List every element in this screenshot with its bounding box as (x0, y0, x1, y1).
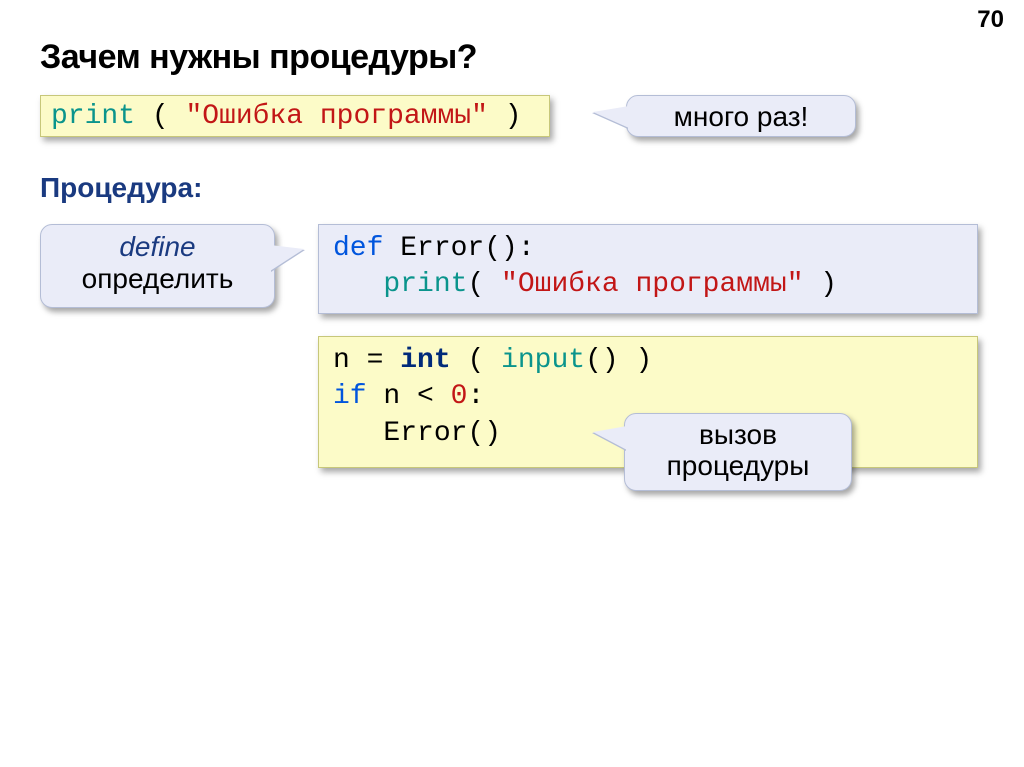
kw-input: input (501, 345, 585, 376)
assign: n = (333, 345, 400, 376)
call-error: Error() (333, 418, 501, 449)
colon: : (467, 381, 484, 412)
code-line: if n < 0: (333, 379, 963, 415)
code-line: def Error(): (333, 231, 963, 267)
procedure-subhead: Процедура: (40, 172, 202, 204)
slide-title: Зачем нужны процедуры? (40, 38, 477, 77)
code-block-print: print ( "Ошибка программы" ) (40, 95, 550, 137)
indent (333, 269, 383, 300)
callout-many-times: много раз! (626, 95, 856, 137)
code-line: n = int ( input() ) (333, 343, 963, 379)
kw-def: def (333, 233, 383, 264)
num-zero: 0 (451, 381, 468, 412)
kw-print: print (51, 101, 135, 132)
paren-open: ( (451, 345, 501, 376)
kw-print: print (383, 269, 467, 300)
paren-close: () ) (585, 345, 652, 376)
string-literal: "Ошибка программы" (501, 269, 803, 300)
paren-open: ( (467, 269, 501, 300)
callout-define-ru: определить (41, 263, 274, 295)
callout-procedure-call: вызов процедуры (624, 413, 852, 491)
cond-text: n < (367, 381, 451, 412)
string-literal: "Ошибка программы" (185, 101, 487, 132)
code-line: print( "Ошибка программы" ) (333, 267, 963, 303)
paren-open: ( (135, 101, 185, 132)
func-sig: Error(): (383, 233, 534, 264)
callout-define: define определить (40, 224, 275, 308)
callout-text: много раз! (627, 96, 855, 138)
paren-close: ) (488, 101, 522, 132)
callout-call-l2: процедуры (625, 451, 851, 482)
callout-call-l1: вызов (625, 420, 851, 451)
code-block-def: def Error(): print( "Ошибка программы" ) (318, 224, 978, 314)
callout-define-italic: define (41, 231, 274, 263)
paren-close: ) (804, 269, 838, 300)
code-line: print ( "Ошибка программы" ) (51, 101, 522, 132)
page-number: 70 (977, 6, 1004, 34)
kw-if: if (333, 381, 367, 412)
kw-int: int (400, 345, 450, 376)
